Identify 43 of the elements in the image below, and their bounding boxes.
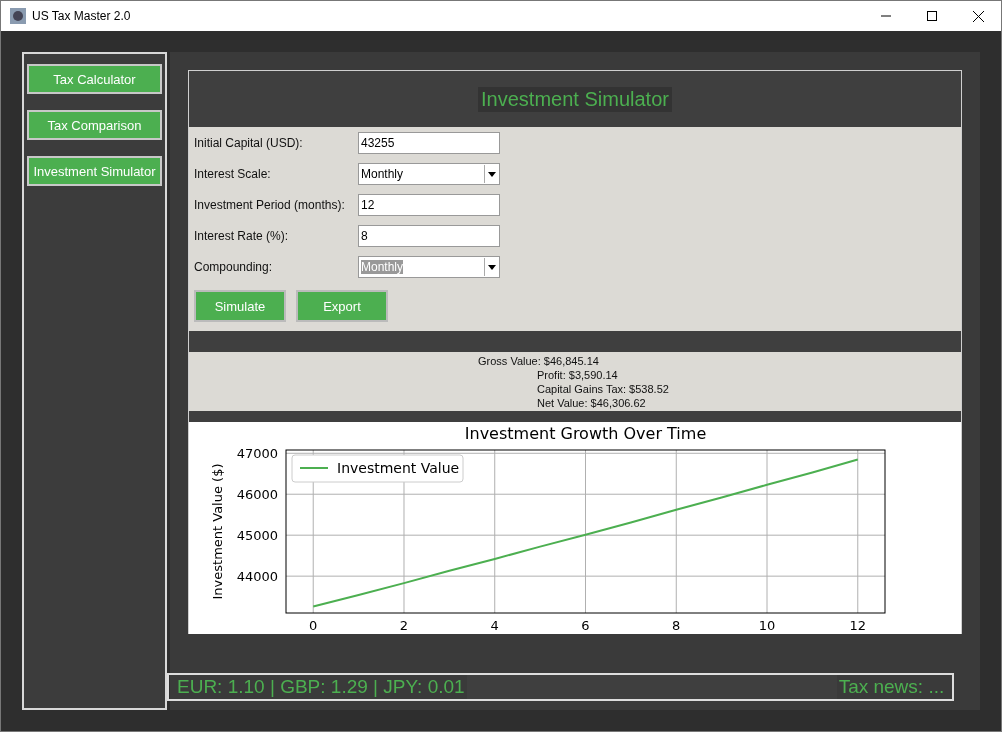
result-text: Profit: $3,590.14	[537, 368, 618, 382]
x-tick-label: 0	[309, 618, 318, 633]
dropdown[interactable]: Monthly	[358, 256, 500, 278]
input-field[interactable]: 12	[358, 194, 500, 216]
result-text: Net Value: $46,306.62	[537, 396, 646, 410]
y-tick-label: 45000	[236, 528, 278, 544]
maximize-icon	[927, 11, 937, 21]
y-tick-label: 44000	[236, 569, 278, 585]
input-field[interactable]: 43255	[358, 132, 500, 154]
input-field[interactable]: 8	[358, 225, 500, 247]
x-tick-label: 4	[490, 618, 499, 633]
exchange-rates: EUR: 1.10 | GBP: 1.29 | JPY: 0.01	[167, 673, 467, 701]
y-tick-label: 47000	[236, 446, 278, 462]
chart-title: Investment Growth Over Time	[464, 424, 707, 443]
action-button[interactable]: Simulate	[194, 290, 286, 322]
field-label: Initial Capital (USD):	[194, 136, 304, 150]
x-tick-label: 12	[849, 618, 867, 633]
legend-label: Investment Value	[337, 460, 460, 476]
nav-button[interactable]: Tax Calculator	[27, 64, 162, 94]
dropdown-arrow-icon	[484, 258, 499, 276]
field-label: Investment Period (months):	[194, 198, 346, 212]
dropdown[interactable]: Monthly	[358, 163, 500, 185]
result-text: Capital Gains Tax: $538.52	[537, 382, 669, 396]
x-tick-label: 2	[399, 618, 409, 633]
field-label: Compounding:	[194, 260, 274, 274]
field-label: Interest Rate (%):	[194, 229, 290, 243]
field-label: Interest Scale:	[194, 167, 272, 181]
action-button[interactable]: Export	[296, 290, 388, 322]
result-text: Gross Value: $46,845.14	[478, 354, 599, 368]
y-axis-label: Investment Value ($)	[210, 463, 225, 600]
close-icon	[972, 10, 984, 22]
x-tick-label: 8	[672, 618, 681, 633]
window-title: US Tax Master 2.0	[32, 9, 131, 23]
x-tick-label: 6	[581, 618, 590, 633]
page-title: Investment Simulator	[478, 86, 672, 112]
tax-news: Tax news: ...	[836, 673, 955, 701]
x-tick-label: 10	[758, 618, 776, 633]
dropdown-arrow-icon	[484, 165, 499, 183]
legend-line	[299, 467, 329, 469]
y-tick-label: 46000	[236, 487, 278, 503]
nav-button[interactable]: Investment Simulator	[27, 156, 162, 186]
app-icon	[10, 8, 26, 24]
nav-button[interactable]: Tax Comparison	[27, 110, 162, 140]
